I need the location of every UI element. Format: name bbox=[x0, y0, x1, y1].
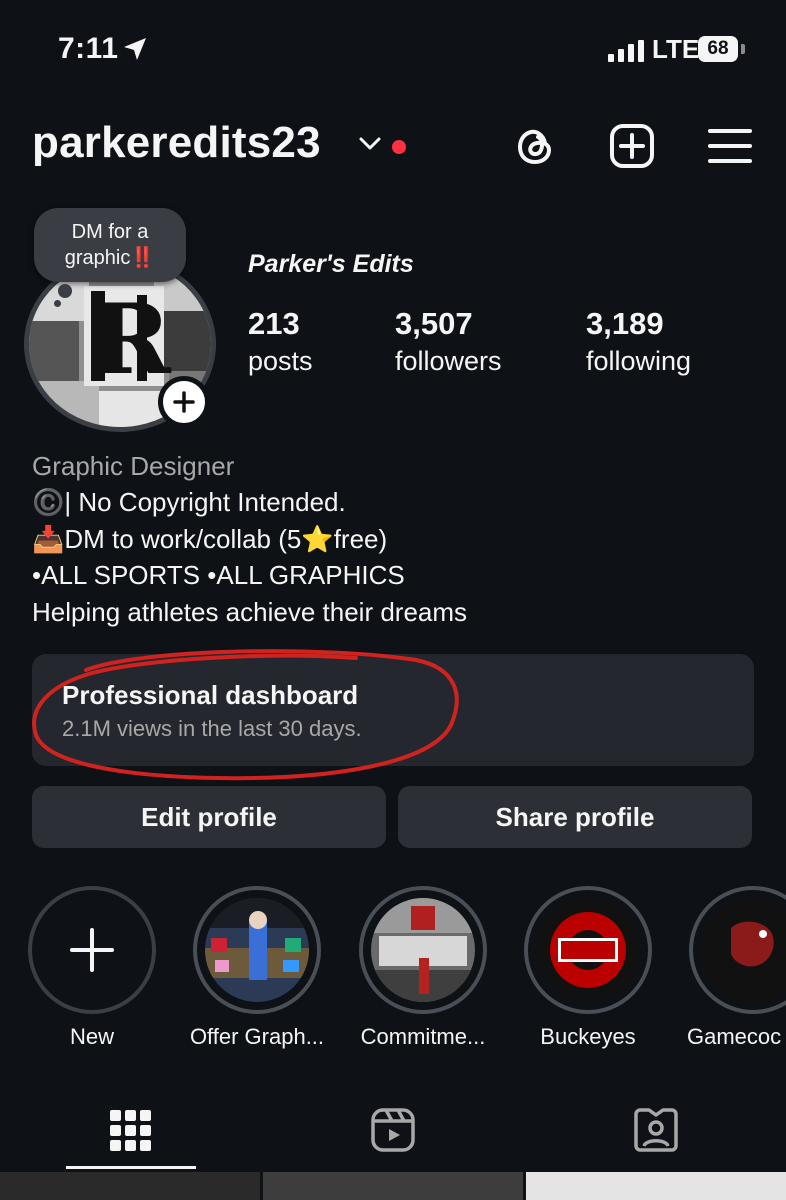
highlight-ring bbox=[689, 886, 786, 1014]
highlight-label: Commitme... bbox=[360, 1024, 486, 1049]
signal-bars-icon bbox=[608, 40, 644, 62]
gamecocks-logo bbox=[701, 898, 786, 1002]
posts-count: 213 bbox=[248, 306, 300, 341]
posts-label: posts bbox=[248, 346, 313, 376]
posts-grid-preview bbox=[0, 1172, 786, 1200]
following-stat[interactable]: 3,189 following bbox=[586, 306, 691, 377]
profile-screen: 7:11 LTE 68 parkeredits23 R DM for a gra… bbox=[0, 0, 786, 1200]
edit-profile-button[interactable]: Edit profile bbox=[32, 786, 386, 848]
profile-note[interactable]: DM for a graphic‼️ bbox=[34, 208, 186, 282]
commitment-thumbnail bbox=[371, 898, 475, 1002]
bio: Graphic Designer ©️| No Copyright Intend… bbox=[32, 448, 467, 630]
chevron-down-icon[interactable] bbox=[358, 136, 382, 152]
plus-icon bbox=[70, 928, 114, 972]
reels-icon[interactable] bbox=[369, 1106, 417, 1154]
network-type: LTE bbox=[652, 34, 700, 64]
followers-count: 3,507 bbox=[395, 306, 473, 341]
posts-stat[interactable]: 213 posts bbox=[248, 306, 313, 377]
note-tail bbox=[58, 284, 72, 298]
post-thumbnail[interactable] bbox=[526, 1172, 786, 1200]
menu-icon[interactable] bbox=[706, 122, 754, 170]
active-tab-indicator bbox=[66, 1166, 196, 1169]
red-circle-annotation bbox=[32, 649, 459, 781]
note-line-1: DM for a bbox=[71, 221, 149, 243]
tagged-icon[interactable] bbox=[632, 1106, 680, 1154]
plus-icon bbox=[173, 391, 195, 413]
followers-label: followers bbox=[395, 346, 502, 376]
followers-stat[interactable]: 3,507 followers bbox=[395, 306, 502, 377]
grid-icon[interactable] bbox=[106, 1106, 154, 1154]
threads-icon[interactable] bbox=[512, 122, 560, 170]
highlight-ring bbox=[359, 886, 487, 1014]
location-arrow-icon bbox=[124, 38, 146, 60]
share-profile-button[interactable]: Share profile bbox=[398, 786, 752, 848]
add-story-button[interactable] bbox=[158, 376, 210, 428]
status-time: 7:11 bbox=[58, 32, 119, 65]
highlight-ring bbox=[193, 886, 321, 1014]
offer-graphic-thumbnail bbox=[205, 898, 309, 1002]
bio-line: ©️| No Copyright Intended. bbox=[32, 487, 346, 518]
following-label: following bbox=[586, 346, 692, 376]
display-name: Parker's Edits bbox=[248, 250, 414, 278]
create-plus-icon[interactable] bbox=[608, 122, 656, 170]
following-count: 3,189 bbox=[586, 306, 664, 341]
bio-line: 📥DM to work/collab (5⭐️free) bbox=[32, 523, 388, 554]
highlight-commitments[interactable]: Commitme... bbox=[359, 886, 487, 1049]
note-line-2: graphic‼️ bbox=[64, 247, 156, 269]
battery-tip bbox=[741, 44, 745, 54]
bio-line: •ALL SPORTS •ALL GRAPHICS bbox=[32, 560, 405, 591]
username-switcher[interactable]: parkeredits23 bbox=[32, 118, 321, 168]
highlight-label: New bbox=[69, 1024, 114, 1049]
ohio-state-logo bbox=[536, 898, 640, 1002]
bio-category: Graphic Designer bbox=[32, 451, 235, 481]
highlight-buckeyes[interactable]: Buckeyes bbox=[524, 886, 652, 1049]
highlight-gamecocks[interactable]: Gamecoc bbox=[687, 886, 786, 1049]
battery-icon: 68 bbox=[698, 36, 738, 62]
post-thumbnail[interactable] bbox=[0, 1172, 260, 1200]
note-tail-small bbox=[54, 300, 61, 307]
highlight-ring bbox=[28, 886, 156, 1014]
highlight-ring bbox=[524, 886, 652, 1014]
highlight-new[interactable]: New bbox=[28, 886, 156, 1049]
unread-dot bbox=[392, 140, 406, 154]
highlight-label: Buckeyes bbox=[540, 1024, 636, 1049]
highlight-label: Offer Graph... bbox=[189, 1024, 325, 1049]
bio-line: Helping athletes achieve their dreams bbox=[32, 596, 468, 627]
post-thumbnail[interactable] bbox=[263, 1172, 523, 1200]
highlight-label: Gamecoc bbox=[687, 1024, 782, 1049]
highlight-offer-graphics[interactable]: Offer Graph... bbox=[190, 886, 324, 1049]
